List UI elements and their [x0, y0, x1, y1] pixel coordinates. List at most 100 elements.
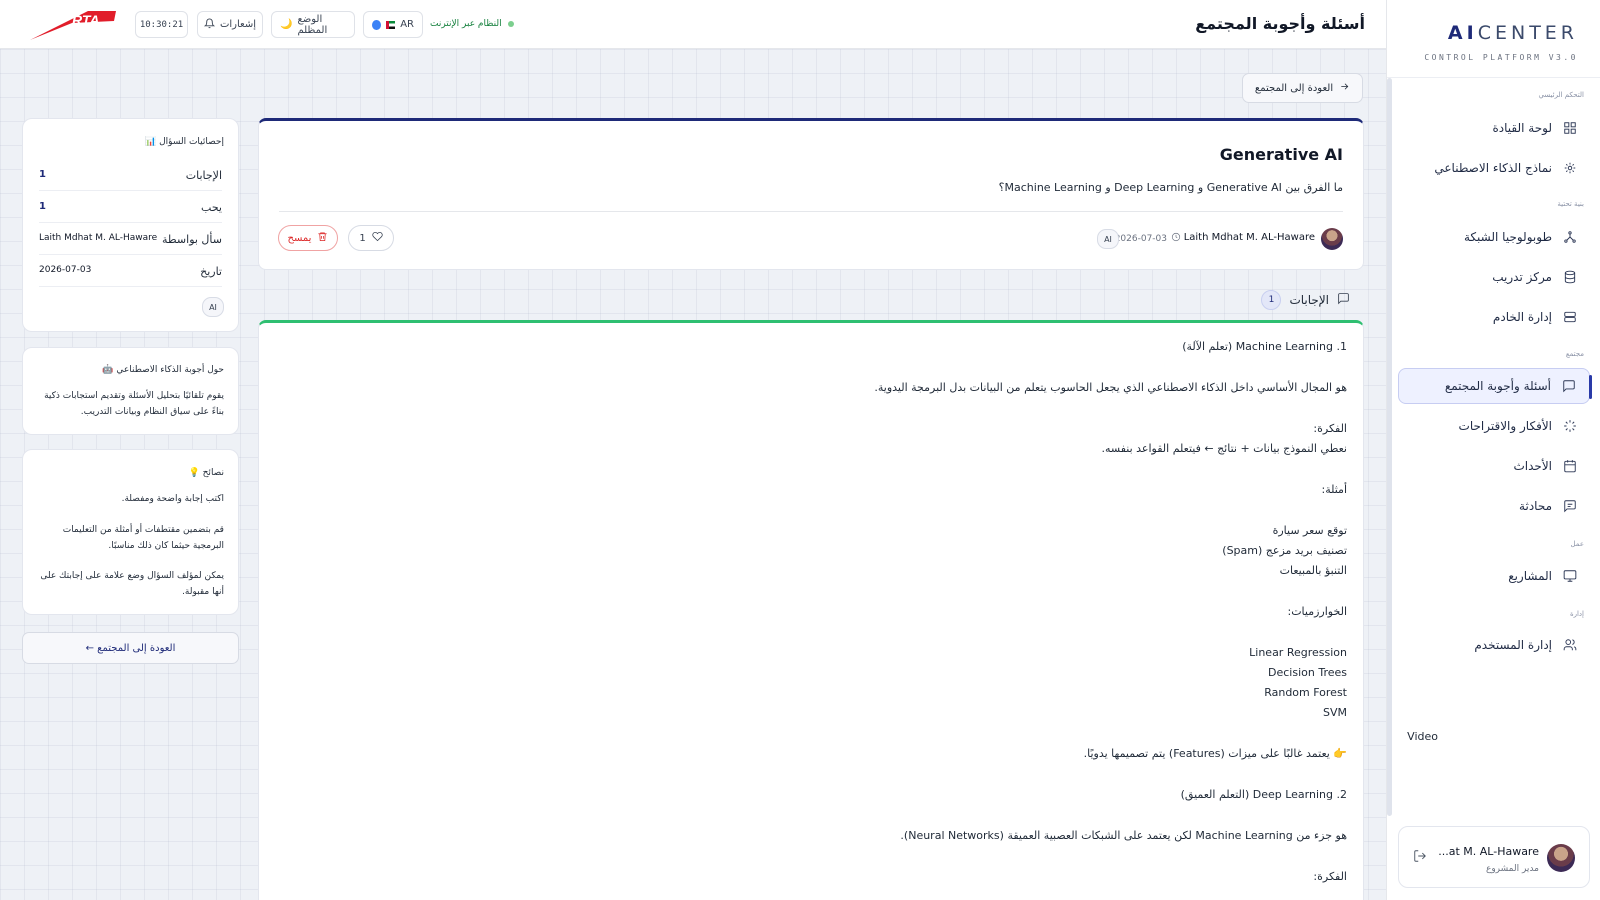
- delete-label: يمسح: [287, 232, 312, 244]
- answer-line: SVM: [1323, 706, 1347, 719]
- sidebar-item-label: إدارة المستخدم: [1474, 638, 1552, 652]
- answers-label: الإجابات: [1289, 293, 1329, 307]
- rta-logo: RTA: [28, 9, 120, 41]
- answer-line: الفكرة:: [1313, 422, 1347, 435]
- sidebar-item-projects[interactable]: المشاريع: [1398, 558, 1590, 594]
- author-avatar: [1321, 228, 1343, 250]
- sidebar-item-label: نماذج الذكاء الاصطناعي: [1434, 161, 1552, 175]
- date-text: 2026-07-03: [1114, 233, 1167, 244]
- stat-row-answers: الإجابات 1: [39, 159, 222, 191]
- globe-icon: [372, 19, 381, 30]
- system-status: النظام عبر الإنترنت: [430, 19, 514, 29]
- answer-line: هو جزء من Machine Learning لكن يعتمد على…: [900, 829, 1347, 842]
- calendar-icon: [1562, 458, 1578, 474]
- section-main: التحكم الرئيسي: [1538, 91, 1584, 99]
- sidebar-item-network-topology[interactable]: طوبولوجيا الشبكة: [1398, 219, 1590, 255]
- sidebar-item-ai-models[interactable]: نماذج الذكاء الاصطناعي: [1398, 150, 1590, 186]
- sidebar-item-events[interactable]: الأحداث: [1398, 448, 1590, 484]
- about-text: يقوم تلقائيًا بتحليل الأسئلة وتقديم استج…: [44, 391, 224, 417]
- sidebar-item-chat[interactable]: محادثة: [1398, 488, 1590, 524]
- logout-icon[interactable]: [1413, 849, 1429, 865]
- back-to-community-bottom-button[interactable]: ← العودة إلى المجتمع: [22, 632, 239, 664]
- answer-line: نعطي النموذج بيانات + نتائج ← فيتعلم الق…: [1101, 442, 1348, 455]
- answer-line: أمثلة:: [1321, 483, 1347, 496]
- dark-mode-button[interactable]: 🌙 الوضع المظلم: [271, 11, 355, 38]
- moon-icon: 🌙: [280, 19, 293, 30]
- answer-card: 1. Machine Learning (تعلم الآلة) هو المج…: [258, 320, 1364, 900]
- stat-row-asked-by: سأل بواسطة Laith Mdhat M. AL-Haware: [39, 223, 222, 255]
- stat-label: سأل بواسطة: [162, 233, 222, 246]
- about-ai-panel: 🤖 حول أجوبة الذكاء الاصطناعي يقوم تلقائي…: [22, 347, 239, 435]
- clock: 10:30:21: [135, 11, 188, 38]
- video-link[interactable]: Video: [1407, 730, 1438, 743]
- sidebar-item-label: إدارة الخادم: [1492, 310, 1552, 324]
- answer-line: تصنيف بريد مزعج (Spam): [1222, 544, 1347, 557]
- sidebar-item-community-qa[interactable]: أسئلة وأجوبة المجتمع: [1398, 368, 1592, 404]
- sidebar-item-label: أسئلة وأجوبة المجتمع: [1444, 379, 1551, 393]
- question-card: Generative AI ما الفرق بين Generative AI…: [258, 118, 1364, 270]
- section-work: عمل: [1570, 540, 1584, 548]
- answer-line: Random Forest: [1264, 686, 1347, 699]
- sidebar-item-label: محادثة: [1519, 499, 1552, 513]
- section-community: مجتمع: [1565, 350, 1584, 358]
- language-label: AR: [400, 19, 414, 30]
- clock-icon: [1171, 232, 1181, 245]
- answer-line: 👉 يعتمد غالبًا على ميزات (Features) يتم …: [1083, 747, 1347, 760]
- dark-mode-label: الوضع المظلم: [297, 13, 328, 36]
- status-text: النظام عبر الإنترنت: [430, 19, 502, 29]
- answers-header: الإجابات 1: [1261, 290, 1350, 310]
- tag-badge[interactable]: AI: [202, 297, 224, 317]
- uae-flag-icon: [385, 20, 396, 29]
- sidebar-item-training-center[interactable]: مركز تدريب: [1398, 259, 1590, 295]
- panel-title: 📊 إحصائيات السؤال: [145, 137, 224, 147]
- trash-icon: [317, 231, 328, 245]
- stat-row-date: تاريخ 2026-07-03: [39, 255, 222, 287]
- stat-value: 1: [39, 201, 46, 212]
- sidebar-item-label: لوحة القيادة: [1492, 121, 1553, 135]
- cpu-icon: [1562, 160, 1578, 176]
- heart-icon: [372, 231, 383, 245]
- panel-title: 🤖 حول أجوبة الذكاء الاصطناعي: [102, 365, 224, 375]
- user-role: مدير المشروع: [1485, 864, 1539, 874]
- brand-subtitle: CONTROL PLATFORM V3.0: [1424, 53, 1578, 62]
- user-card: ...at M. AL-Haware مدير المشروع: [1398, 826, 1590, 888]
- language-button[interactable]: AR: [363, 11, 423, 38]
- sidebar-item-label: مركز تدريب: [1492, 270, 1552, 284]
- sidebar-item-dashboard[interactable]: لوحة القيادة: [1398, 110, 1590, 146]
- notifications-button[interactable]: إشعارات: [197, 11, 263, 38]
- question-title: Generative AI: [1219, 145, 1343, 164]
- bell-icon: [203, 18, 216, 32]
- network-icon: [1562, 229, 1578, 245]
- question-author[interactable]: Laith Mdhat M. AL-Haware: [1184, 232, 1315, 243]
- answer-line: توقع سعر سيارة: [1272, 524, 1347, 537]
- sidebar-item-label: الأحداث: [1513, 459, 1552, 473]
- answer-line: التنبؤ بالمبيعات: [1279, 564, 1347, 577]
- answer-line: هو المجال الأساسي داخل الذكاء الاصطناعي …: [874, 381, 1347, 394]
- sidebar-item-label: طوبولوجيا الشبكة: [1463, 230, 1552, 244]
- stat-value: 2026-07-03: [39, 265, 92, 275]
- message-square-icon: [1337, 292, 1350, 308]
- answers-count-badge: 1: [1261, 290, 1282, 310]
- message-square-icon: [1561, 378, 1577, 394]
- like-button[interactable]: 1: [348, 225, 394, 251]
- section-admin: إدارة: [1569, 610, 1584, 618]
- sidebar-item-label: المشاريع: [1508, 569, 1552, 583]
- sidebar-item-user-management[interactable]: إدارة المستخدم: [1398, 627, 1590, 663]
- delete-button[interactable]: يمسح: [278, 225, 338, 251]
- page-title: أسئلة وأجوبة المجتمع: [1195, 14, 1365, 33]
- answer-line: الفكرة:: [1313, 870, 1347, 883]
- sidebar-item-server-management[interactable]: إدارة الخادم: [1398, 299, 1590, 335]
- arrow-right-icon: [1339, 81, 1350, 95]
- sidebar-item-label: الأفكار والاقتراحات: [1458, 419, 1552, 433]
- server-icon: [1562, 309, 1578, 325]
- svg-text:RTA: RTA: [72, 12, 99, 28]
- sidebar-scrollbar[interactable]: [1387, 78, 1392, 816]
- stat-label: تاريخ: [200, 265, 222, 278]
- online-dot-icon: [507, 21, 514, 27]
- monitor-icon: [1562, 568, 1578, 584]
- sidebar: AICENTER CONTROL PLATFORM V3.0 التحكم ال…: [1386, 0, 1600, 900]
- sidebar-item-ideas[interactable]: الأفكار والاقتراحات: [1398, 408, 1590, 444]
- grid-icon: [1562, 120, 1578, 136]
- tag-badge[interactable]: AI: [1097, 229, 1119, 249]
- back-to-community-button[interactable]: العودة إلى المجتمع: [1242, 73, 1363, 103]
